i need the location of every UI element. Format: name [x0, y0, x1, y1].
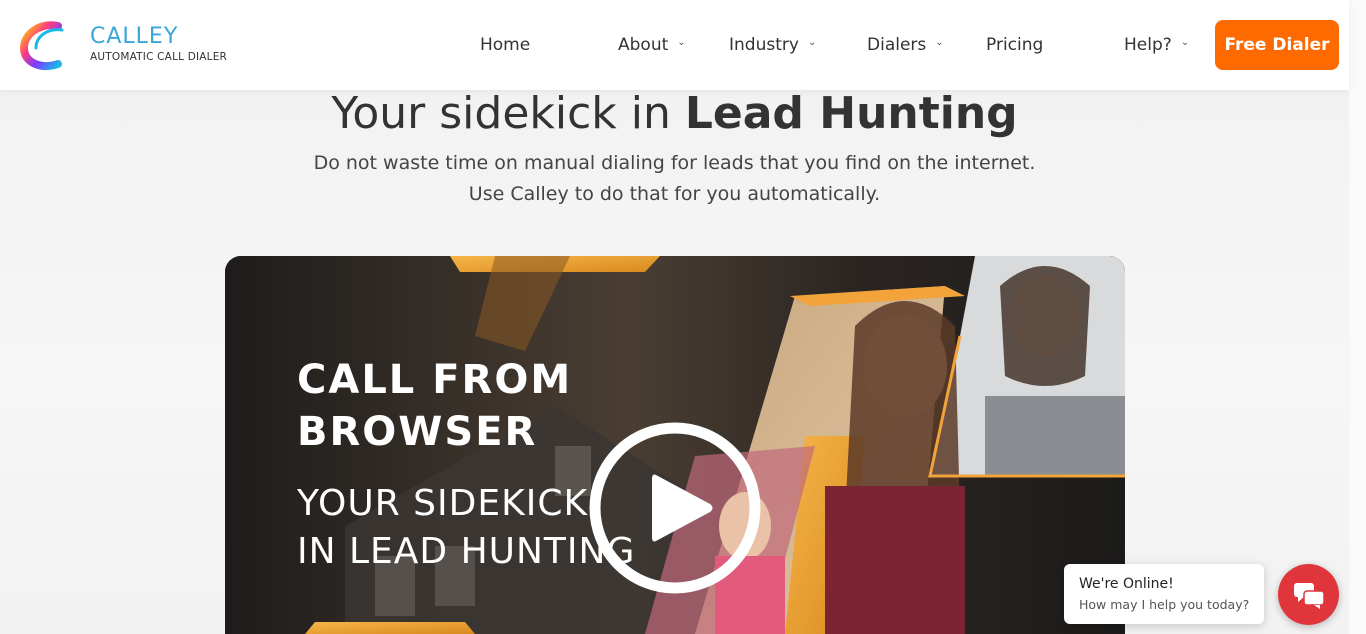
calley-logo[interactable]: CALLEY AUTOMATIC CALL DIALER [18, 20, 238, 72]
nav-dialers[interactable]: Dialers ⌄ [867, 33, 944, 57]
nav-industry[interactable]: Industry ⌄ [729, 33, 816, 57]
scrollbar-track[interactable] [1349, 0, 1366, 634]
site-header: CALLEY AUTOMATIC CALL DIALER Home About ⌄… [0, 0, 1349, 90]
logo-swirl-icon [19, 21, 64, 70]
nav-pricing-label: Pricing [986, 35, 1044, 55]
hero-title: Your sidekick in Lead Hunting [0, 87, 1349, 141]
hero-title-bold: Lead Hunting [684, 88, 1018, 139]
chat-launcher-button[interactable] [1278, 564, 1339, 625]
chevron-down-icon: ⌄ [807, 37, 817, 48]
chat-status-text: We're Online! [1079, 576, 1174, 592]
video-headline-line-1: CALL FROM [297, 357, 573, 403]
hero-subtitle-line-1: Do not waste time on manual dialing for … [313, 152, 1036, 174]
promo-video[interactable]: CALL FROM BROWSER YOUR SIDEKICK IN LEAD … [225, 256, 1125, 634]
chevron-down-icon: ⌄ [677, 37, 686, 48]
chat-icon [1294, 583, 1324, 609]
nav-home-label: Home [480, 35, 531, 55]
nav-pricing[interactable]: Pricing [986, 33, 1043, 57]
nav-help[interactable]: Help? ⌄ [1124, 33, 1189, 57]
nav-about-label: About [618, 35, 669, 55]
nav-help-label: Help? [1124, 35, 1172, 55]
nav-industry-label: Industry [729, 35, 799, 55]
chat-prompt-text: How may I help you today? [1079, 597, 1250, 612]
free-dialer-button[interactable]: Free Dialer [1215, 20, 1339, 70]
video-subheadline-line-2: IN LEAD HUNTING [297, 531, 636, 572]
play-icon[interactable] [586, 419, 764, 597]
video-headline-line-2: BROWSER [297, 409, 538, 455]
chevron-down-icon: ⌄ [935, 37, 944, 48]
hero-title-plain: Your sidekick in [331, 88, 685, 139]
nav-home[interactable]: Home [480, 33, 530, 57]
chat-greeting-bubble[interactable]: We're Online! How may I help you today? [1064, 564, 1264, 624]
video-subheadline-line-1: YOUR SIDEKICK [297, 483, 589, 524]
chevron-down-icon: ⌄ [1180, 37, 1190, 48]
nav-about[interactable]: About ⌄ [618, 33, 686, 57]
logo-name: CALLEY [90, 24, 179, 49]
logo-tagline: AUTOMATIC CALL DIALER [90, 51, 228, 63]
nav-dialers-label: Dialers [867, 35, 927, 55]
hero-subtitle-line-2: Use Calley to do that for you automatica… [468, 183, 881, 205]
